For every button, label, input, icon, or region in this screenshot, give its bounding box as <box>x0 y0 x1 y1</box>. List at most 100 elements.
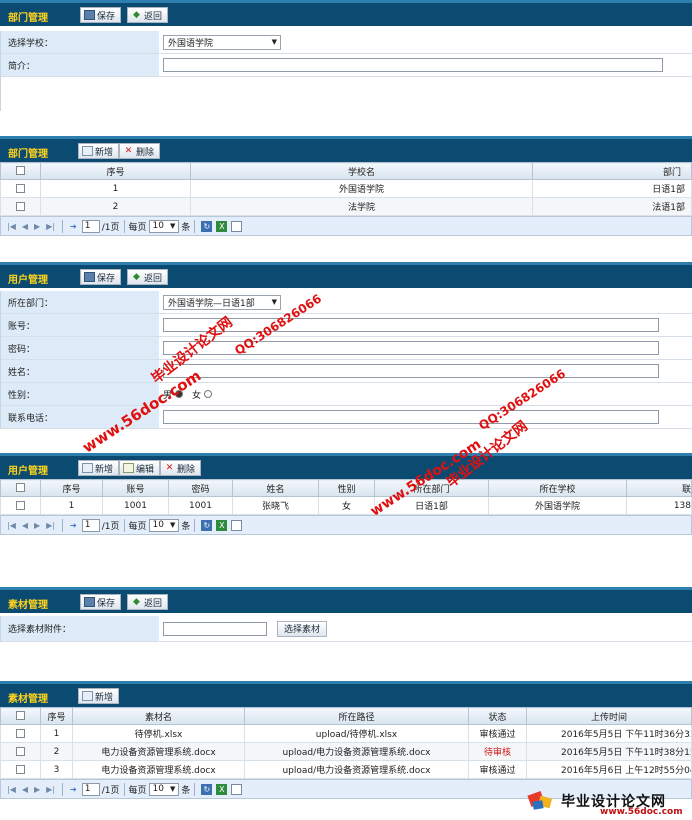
first-page-icon[interactable]: |◀ <box>7 222 16 231</box>
gender-label: 性别： <box>1 383 159 405</box>
document-icon[interactable] <box>231 783 243 795</box>
dept-select[interactable]: 外国语学院—日语1部 ▼ <box>163 294 281 310</box>
select-all-checkbox[interactable] <box>0 707 41 725</box>
row-checkbox[interactable] <box>0 724 41 743</box>
table-row[interactable]: 2 法学院 法语1部 <box>0 197 692 216</box>
next-page-icon[interactable]: ▶ <box>34 785 40 794</box>
table-row[interactable]: 2 电力设备资源管理系统.docx upload/电力设备资源管理系统.docx… <box>0 742 692 761</box>
cell-name: 电力设备资源管理系统.docx <box>72 742 245 761</box>
panel-title: 用户管理 <box>8 275 48 286</box>
column-header: 上传时间 <box>526 707 692 725</box>
go-icon[interactable]: ➔ <box>70 785 77 794</box>
page-input[interactable]: 1 <box>81 782 100 796</box>
back-button[interactable]: ◆ 返回 <box>127 594 169 610</box>
save-icon <box>84 597 95 607</box>
go-icon[interactable]: ➔ <box>70 222 77 231</box>
last-page-icon[interactable]: ▶| <box>46 785 55 794</box>
logo-url: www.56doc.com <box>600 807 683 817</box>
cell-status: 审核通过 <box>468 724 527 743</box>
page-input[interactable]: 1 <box>81 219 100 233</box>
go-icon[interactable]: ➔ <box>70 521 77 530</box>
chevron-down-icon: ▼ <box>271 38 277 46</box>
account-row: 账号： <box>1 314 692 337</box>
name-input[interactable] <box>163 364 659 378</box>
add-button[interactable]: 新增 <box>78 143 120 159</box>
refresh-icon[interactable]: ↻ <box>201 519 213 531</box>
document-icon[interactable] <box>231 519 243 531</box>
table-row[interactable]: 1 1001 1001 张晓飞 女 日语1部 外国语学院 138 <box>0 496 692 515</box>
column-header: 姓名 <box>232 479 319 497</box>
back-button[interactable]: ◆ 返回 <box>127 269 169 285</box>
pick-material-button[interactable]: 选择素材 <box>277 620 328 637</box>
save-button[interactable]: 保存 <box>80 594 122 610</box>
first-page-icon[interactable]: |◀ <box>7 785 16 794</box>
save-button[interactable]: 保存 <box>80 7 122 23</box>
cell-dept: 日语1部 <box>532 179 692 198</box>
prev-page-icon[interactable]: ◀ <box>22 785 28 794</box>
female-radio[interactable] <box>204 390 213 398</box>
add-button[interactable]: 新增 <box>78 460 120 476</box>
name-row: 姓名： <box>1 360 692 383</box>
edit-icon <box>123 463 135 473</box>
intro-input[interactable] <box>163 58 663 72</box>
refresh-icon[interactable]: ↻ <box>201 220 213 232</box>
refresh-icon[interactable]: ↻ <box>201 783 213 795</box>
cell-name: 电力设备资源管理系统.docx <box>72 760 245 779</box>
chevron-down-icon: ▼ <box>271 298 277 306</box>
page-size-select[interactable]: 10 ▼ <box>148 782 180 796</box>
cell-path: upload/电力设备资源管理系统.docx <box>244 742 469 761</box>
first-page-icon[interactable]: |◀ <box>7 521 16 530</box>
user-form-header: 用户管理 保存 ◆ 返回 <box>0 262 692 288</box>
excel-icon[interactable]: X <box>216 220 228 232</box>
add-icon <box>82 463 93 473</box>
table-row[interactable]: 1 待停机.xlsx upload/待停机.xlsx 审核通过 2016年5月5… <box>0 724 692 743</box>
page-size-select[interactable]: 10 ▼ <box>148 518 180 532</box>
select-all-checkbox[interactable] <box>0 162 41 180</box>
female-label: 女 <box>192 390 202 401</box>
column-header: 序号 <box>40 707 73 725</box>
dept-label: 所在部门： <box>1 291 159 313</box>
panel-title: 用户管理 <box>8 466 48 477</box>
column-header: 序号 <box>40 162 191 180</box>
user-table: 序号 账号 密码 姓名 性别 所在部门 所在学校 联 1 1001 1001 张… <box>0 479 692 515</box>
row-checkbox[interactable] <box>0 496 41 515</box>
cell-dept: 法语1部 <box>532 197 692 216</box>
user-list-panel: 用户管理 新增 编辑 ✕ 删除 序号 账号 密码 姓名 性别 所在部门 所在学校 … <box>0 453 692 535</box>
material-form-panel: 素材管理 保存 ◆ 返回 选择素材附件： 选择素材 <box>0 587 692 642</box>
column-header: 账号 <box>102 479 169 497</box>
gender-row: 性别： 男 女 <box>1 383 692 406</box>
row-checkbox[interactable] <box>0 179 41 198</box>
select-all-checkbox[interactable] <box>0 479 41 497</box>
next-page-icon[interactable]: ▶ <box>34 222 40 231</box>
next-page-icon[interactable]: ▶ <box>34 521 40 530</box>
page-input[interactable]: 1 <box>81 518 100 532</box>
school-select[interactable]: 外国语学院 ▼ <box>163 34 281 50</box>
save-button[interactable]: 保存 <box>80 269 122 285</box>
phone-input[interactable] <box>163 410 659 424</box>
prev-page-icon[interactable]: ◀ <box>22 521 28 530</box>
file-row: 选择素材附件： 选择素材 <box>1 616 692 642</box>
table-row[interactable]: 1 外国语学院 日语1部 <box>0 179 692 198</box>
add-button[interactable]: 新增 <box>78 688 120 704</box>
table-row[interactable]: 3 电力设备资源管理系统.docx upload/电力设备资源管理系统.docx… <box>0 760 692 779</box>
page-size-select[interactable]: 10 ▼ <box>148 219 180 233</box>
row-checkbox[interactable] <box>0 760 41 779</box>
password-row: 密码： <box>1 337 692 360</box>
cell-no: 1 <box>40 724 73 743</box>
excel-icon[interactable]: X <box>216 519 228 531</box>
row-checkbox[interactable] <box>0 742 41 761</box>
cell-time: 2016年5月5日 下午11时38分15秒 <box>526 742 692 761</box>
row-checkbox[interactable] <box>0 197 41 216</box>
cell-school: 外国语学院 <box>488 496 627 515</box>
account-input[interactable] <box>163 318 659 332</box>
delete-button[interactable]: ✕ 删除 <box>160 460 202 476</box>
file-input[interactable] <box>163 621 267 636</box>
last-page-icon[interactable]: ▶| <box>46 222 55 231</box>
excel-icon[interactable]: X <box>216 783 228 795</box>
edit-button[interactable]: 编辑 <box>119 460 161 476</box>
delete-button[interactable]: ✕ 删除 <box>119 143 161 159</box>
prev-page-icon[interactable]: ◀ <box>22 222 28 231</box>
document-icon[interactable] <box>231 220 243 232</box>
back-button[interactable]: ◆ 返回 <box>127 7 169 23</box>
last-page-icon[interactable]: ▶| <box>46 521 55 530</box>
